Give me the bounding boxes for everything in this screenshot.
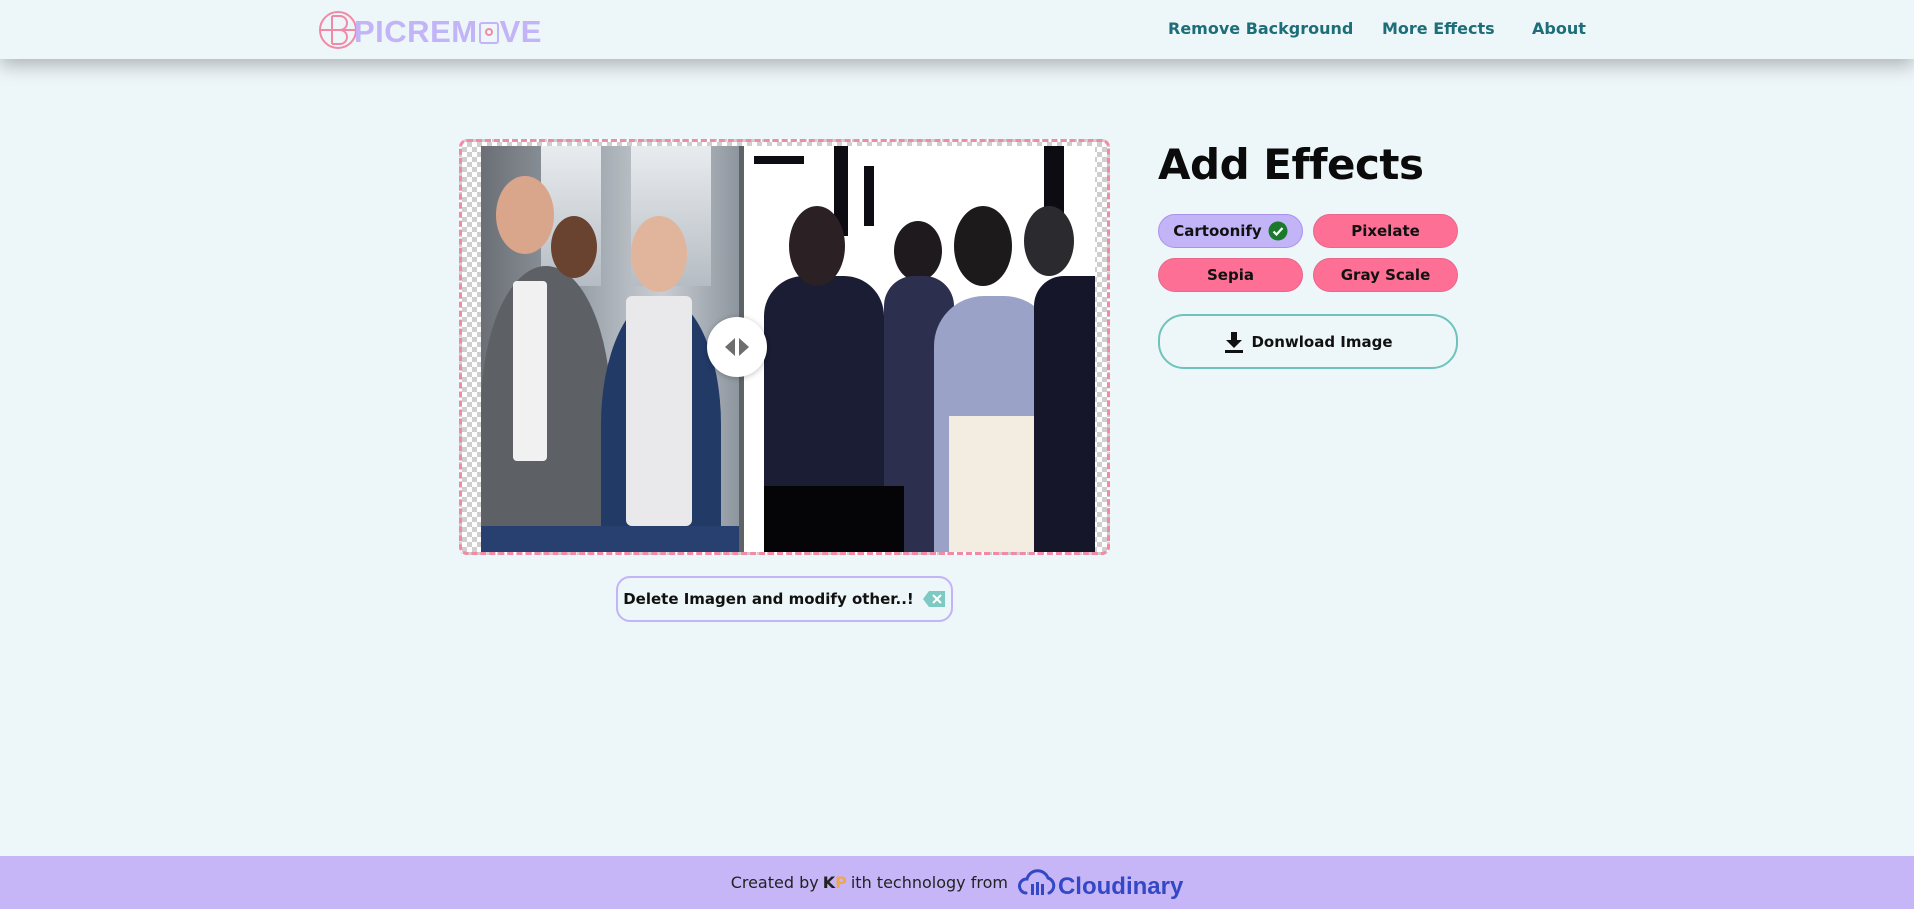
cartoon-person [1034, 276, 1095, 552]
cartoon-trousers [764, 486, 904, 552]
download-label: Donwload Image [1251, 332, 1393, 351]
backspace-icon [922, 591, 945, 607]
nav-link-remove-background[interactable]: Remove Background [1168, 19, 1353, 38]
nav-link-more-effects[interactable]: More Effects [1382, 19, 1495, 38]
cartoon-face [789, 206, 845, 286]
shirt [513, 281, 547, 461]
gray-scale-label: Gray Scale [1340, 266, 1431, 284]
gray-scale-button[interactable]: Gray Scale [1313, 258, 1458, 292]
arrow-right-icon [739, 338, 749, 356]
compare-drag-handle[interactable] [707, 317, 767, 377]
pixelate-button[interactable]: Pixelate [1313, 214, 1458, 248]
delete-image-label: Delete Imagen and modify other..! [623, 590, 914, 608]
download-image-button[interactable]: Donwload Image [1158, 314, 1458, 369]
cartoon-face [894, 221, 942, 281]
cloudinary-cloud-icon [1017, 868, 1056, 895]
arrow-left-icon [725, 338, 735, 356]
effects-title: Add Effects [1158, 140, 1424, 189]
logo-b-icon [319, 11, 357, 49]
download-icon [1225, 331, 1244, 353]
footer-tech-text: ith technology from [850, 873, 1008, 892]
cloudinary-wordmark: Cloudinary [1057, 872, 1184, 900]
logo-o-icon [478, 22, 499, 44]
cartoonify-button[interactable]: Cartoonify [1158, 214, 1303, 248]
ink-stroke [754, 156, 804, 164]
sepia-label: Sepia [1207, 266, 1254, 284]
pixelate-label: Pixelate [1351, 222, 1420, 240]
delete-image-button[interactable]: Delete Imagen and modify other..! [616, 576, 953, 622]
logo-text-end: VE [499, 14, 542, 49]
cartoon-face [954, 206, 1012, 286]
face [496, 176, 554, 254]
brand-logo[interactable]: PICREM VE [318, 9, 542, 51]
trousers [481, 526, 739, 552]
author-mark-accent: P [835, 873, 847, 892]
top-nav-bar: PICREM VE Remove Background More Effects … [0, 0, 1914, 59]
cartoonify-label: Cartoonify [1173, 222, 1262, 240]
cartoon-face [1024, 206, 1074, 276]
original-image [481, 146, 739, 552]
logo-text-start: PICREM [354, 14, 478, 49]
face [551, 216, 597, 278]
check-circle-icon [1268, 221, 1288, 241]
image-compare-slider[interactable] [459, 139, 1110, 555]
author-logo[interactable]: KP [823, 873, 847, 892]
author-mark: KP [822, 873, 847, 892]
footer-created-by: Created by [730, 873, 819, 892]
ink-stroke [864, 166, 874, 226]
nav-link-about[interactable]: About [1532, 19, 1586, 38]
sepia-button[interactable]: Sepia [1158, 258, 1303, 292]
logo-wordmark: PICREM VE [354, 14, 542, 50]
footer: Created by KP ith technology from Cloudi… [0, 856, 1914, 909]
face [631, 216, 687, 292]
blouse [626, 296, 692, 526]
cloudinary-logo[interactable]: Cloudinary [1017, 868, 1183, 900]
cartoonified-image [744, 146, 1095, 552]
